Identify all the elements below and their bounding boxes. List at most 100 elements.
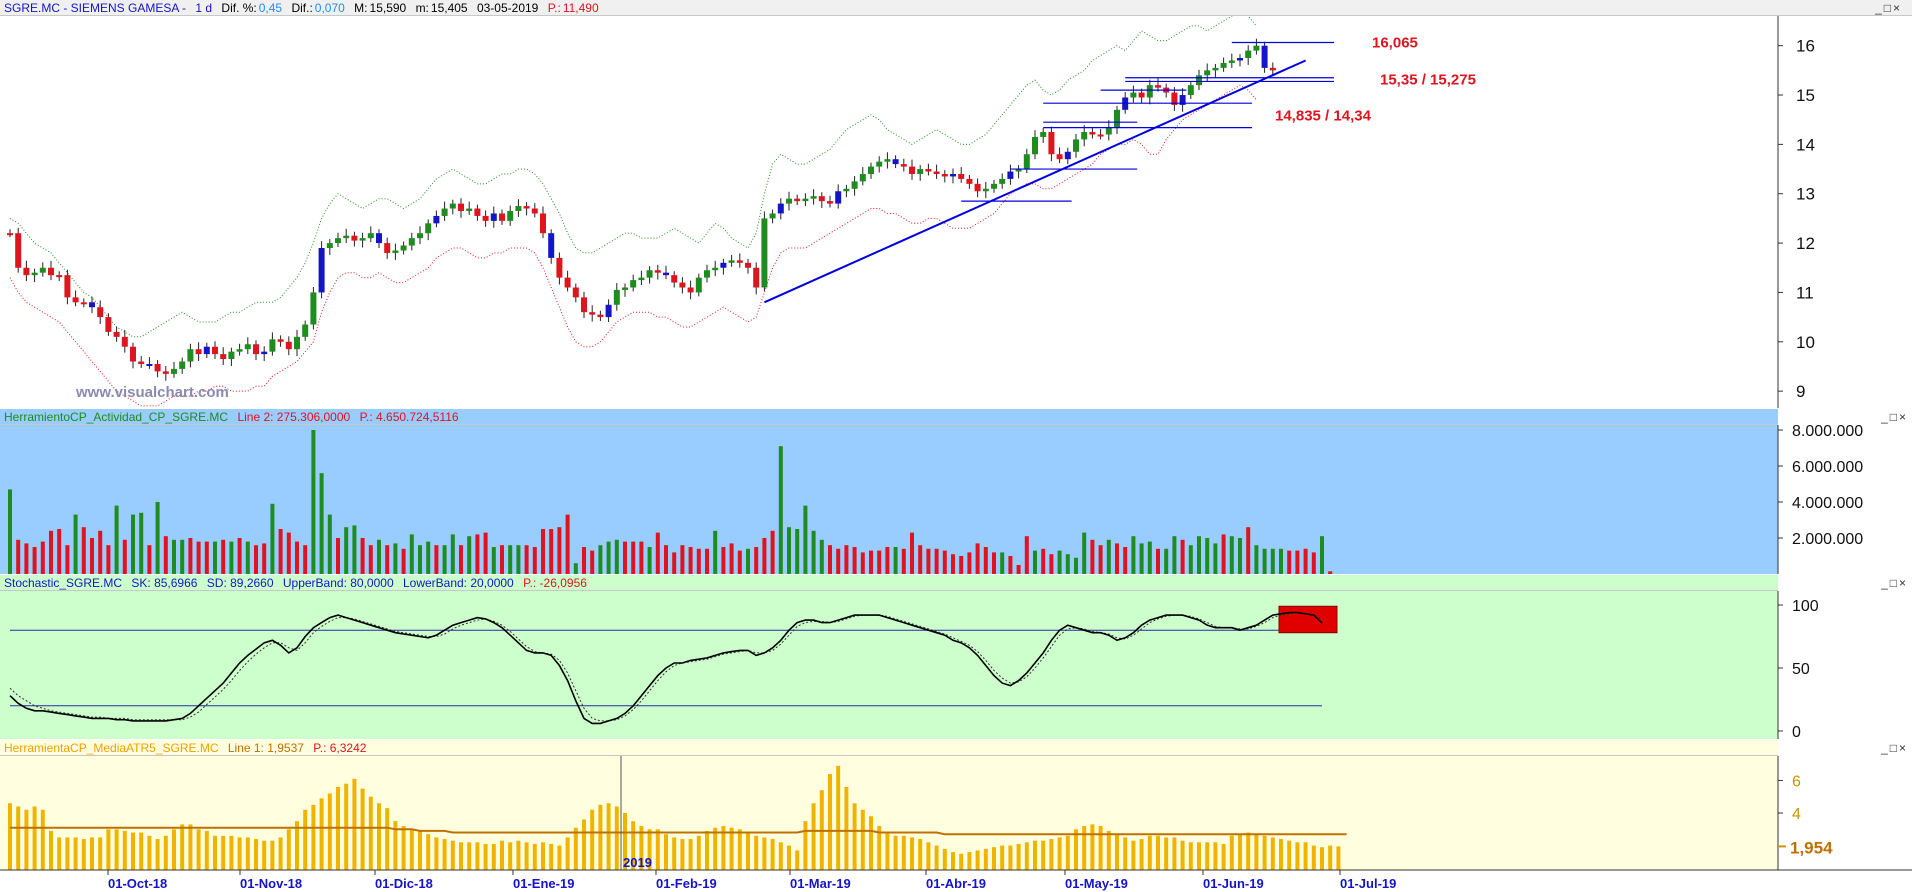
volume-bar: [803, 505, 808, 574]
volume-bar: [1123, 547, 1128, 574]
atr-bar: [680, 839, 685, 870]
volume-bar: [57, 529, 62, 574]
volume-bar: [245, 541, 250, 574]
candle-body: [253, 344, 259, 355]
atr-last-value: 1,954: [1790, 838, 1833, 857]
candle-body: [138, 361, 145, 364]
volume-bar: [942, 550, 947, 574]
stoch-window-buttons[interactable]: _□×: [1881, 575, 1908, 591]
candle-body: [843, 188, 850, 192]
candle-body: [654, 270, 661, 273]
volume-bar: [81, 527, 86, 574]
volume-bar: [819, 539, 824, 574]
atr-bar: [204, 830, 209, 870]
volume-bar: [155, 502, 160, 574]
symbol-label: SGRE.MC - SIEMENS GAMESA -: [4, 1, 187, 15]
y-tick-label: 13: [1796, 185, 1815, 204]
atr-window-buttons[interactable]: _□×: [1881, 740, 1908, 756]
volume-bar: [188, 538, 193, 574]
volume-bar: [1279, 548, 1283, 574]
volume-bar: [787, 527, 791, 574]
atr-bar: [557, 845, 562, 870]
atr-bar: [1074, 829, 1078, 870]
atr-bar: [549, 843, 554, 870]
dif-pct-value: 0,45: [258, 1, 283, 15]
atr-bar: [278, 837, 283, 870]
atr-bar: [1131, 840, 1136, 870]
atr-bar: [1106, 830, 1111, 870]
candle-body: [917, 169, 924, 174]
volume-bar: [1287, 550, 1292, 574]
volume-bar: [696, 548, 701, 574]
atr-bar: [983, 848, 988, 870]
candle-body: [376, 233, 382, 244]
candle-body: [999, 178, 1006, 184]
volume-bar: [1213, 543, 1218, 574]
volume-bar: [631, 541, 636, 574]
volume-bar: [1172, 536, 1177, 574]
candle-body: [277, 339, 284, 342]
atr-bar: [1147, 835, 1152, 870]
volume-bar: [1311, 552, 1316, 574]
volume-bar: [278, 529, 283, 574]
atr-bar: [1065, 835, 1070, 870]
volume-bar: [1049, 554, 1054, 574]
volume-bar: [516, 545, 521, 574]
volume-bar: [901, 548, 906, 574]
volume-bar: [1139, 543, 1144, 574]
candle-body: [515, 206, 522, 211]
volume-bar: [352, 525, 357, 574]
candle-body: [458, 203, 464, 211]
volume-bar: [114, 505, 119, 574]
atr-bar: [1246, 832, 1251, 870]
atr-bar: [1164, 837, 1169, 870]
candle-body: [212, 346, 218, 355]
atr-bar: [90, 837, 94, 870]
volume-bar: [860, 552, 865, 574]
atr-bar: [1098, 826, 1103, 870]
watermark: www.visualchart.com: [76, 384, 229, 401]
candle-body: [884, 159, 891, 162]
stoch-pane: 0 50 100: [0, 591, 1912, 739]
volume-line: Line 2: 275.306,0000: [237, 410, 351, 424]
candle-body: [851, 181, 858, 189]
volume-bar: [303, 545, 308, 574]
volume-bar: [254, 545, 258, 574]
price-window-buttons[interactable]: _□×: [1875, 0, 1902, 16]
candle-body: [704, 270, 710, 278]
candle-body: [687, 287, 694, 293]
atr-bar: [352, 778, 357, 870]
x-tick-label: 01-Oct-18: [108, 876, 167, 891]
highlight-box: [1278, 605, 1338, 634]
x-tick-label: 01-May-19: [1065, 876, 1128, 891]
volume-bar: [1180, 539, 1185, 574]
atr-bar: [8, 803, 12, 870]
volume-bar: [1295, 550, 1300, 574]
price-header: SGRE.MC - SIEMENS GAMESA - 1 d Dif. %: 0,…: [0, 0, 1912, 16]
price-pane: 16,065 15,35 / 15,275 14,835 / 14,34 9 10 11 1…: [0, 16, 1912, 408]
volume-bar: [1188, 545, 1193, 574]
atr-bar: [49, 830, 53, 870]
volume-window-buttons[interactable]: _□×: [1881, 409, 1908, 425]
volume-bar: [565, 514, 570, 574]
volume-bar: [426, 541, 431, 574]
candle-body: [179, 361, 186, 369]
volume-bar: [811, 530, 816, 574]
candle-body: [1081, 132, 1088, 140]
max-value: 15,590: [369, 1, 407, 15]
candle-body: [745, 262, 751, 268]
candle-body: [991, 183, 997, 189]
stoch-header: Stochastic_SGRE.MC SK: 85,6966 SD: 89,26…: [0, 575, 1778, 591]
atr-bar: [1024, 842, 1029, 870]
candle-body: [1089, 132, 1096, 135]
atr-bar: [401, 826, 406, 870]
volume-bar: [1000, 552, 1005, 574]
volume-bar: [992, 552, 996, 574]
candle-body: [974, 183, 981, 192]
atr-bar: [664, 834, 668, 870]
candle-body: [113, 331, 120, 337]
atr-bar: [705, 830, 709, 870]
atr-bar: [893, 835, 898, 870]
volume-bar: [1197, 536, 1201, 574]
atr-bar: [614, 806, 619, 870]
